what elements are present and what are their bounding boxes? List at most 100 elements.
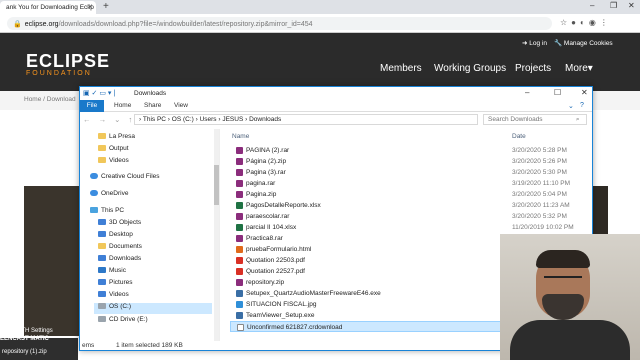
file-row[interactable]: paraescolar.rar 3/20/2020 5:32 PM <box>230 211 585 222</box>
crumb-downloads[interactable]: Downloads <box>249 116 281 123</box>
quick-access-toolbar-icons[interactable]: ▣ ✓ ▭ ▾ | <box>83 89 115 97</box>
nav-item-cd-drive[interactable]: CD Drive (E:) <box>98 316 148 327</box>
minimize-icon[interactable]: – <box>590 1 594 10</box>
file-date: 3/20/2020 5:26 PM <box>512 158 567 165</box>
explorer-title: Downloads <box>134 90 167 97</box>
folder-icon <box>98 133 106 139</box>
nav-item-label: 3D Objects <box>109 219 142 226</box>
explorer-close-icon[interactable]: ✕ <box>581 88 588 97</box>
nav-item-label: Pictures <box>109 279 133 286</box>
nav-members[interactable]: Members <box>380 63 422 74</box>
documents-icon <box>98 243 106 249</box>
file-name: Quotation 22527.pdf <box>246 268 305 275</box>
nav-item-creative-cloud[interactable]: Creative Cloud Files <box>90 173 160 184</box>
expand-ribbon-icon[interactable]: ⌄ <box>568 102 574 110</box>
search-box[interactable]: ⌕ <box>483 114 587 125</box>
image-file-icon <box>236 301 243 308</box>
url-path: /downloads/download.php?file=/windowbuil… <box>58 21 313 28</box>
nav-item-desktop[interactable]: Desktop <box>98 231 133 242</box>
pc-icon <box>90 207 98 213</box>
tab-home[interactable]: Home <box>114 102 131 109</box>
nav-buttons[interactable]: ← → ⌄ ↑ <box>83 115 135 124</box>
crumb-jesus[interactable]: JESUS <box>222 116 243 123</box>
nav-item-label: CD Drive (E:) <box>109 316 148 323</box>
download-item[interactable]: repository (1).zip <box>2 349 47 355</box>
rar-file-icon <box>236 235 243 242</box>
explorer-maximize-icon[interactable]: ☐ <box>554 88 561 97</box>
search-input[interactable] <box>488 116 574 123</box>
zip-file-icon <box>236 279 243 286</box>
eclipse-logo[interactable]: ECLIPSE FOUNDATION <box>26 52 110 77</box>
nav-item-videos[interactable]: Videos <box>98 157 129 168</box>
nav-item-music[interactable]: Music <box>98 267 126 278</box>
nav-projects[interactable]: Projects <box>515 63 551 74</box>
site-header: ➜ Log in 🔧 Manage Cookies ECLIPSE FOUNDA… <box>0 33 640 91</box>
nav-item-3d-objects[interactable]: 3D Objects <box>98 219 141 230</box>
file-name: parcial II 104.xlsx <box>246 224 297 231</box>
help-icon[interactable]: ? <box>580 102 584 109</box>
explorer-minimize-icon[interactable]: – <box>525 88 529 97</box>
tab-file[interactable]: File <box>80 100 104 112</box>
site-breadcrumb: Home / Download <box>24 96 76 103</box>
status-item-count: ems <box>82 342 95 349</box>
url-field[interactable]: 🔒 eclipse.org/downloads/download.php?file… <box>7 17 552 30</box>
nav-item-pictures[interactable]: Pictures <box>98 279 132 290</box>
nav-scrollbar[interactable] <box>214 129 219 341</box>
rar-file-icon <box>236 169 243 176</box>
nav-item-this-pc[interactable]: This PC <box>90 207 124 218</box>
folder-icon <box>98 157 106 163</box>
nav-more-label: More <box>565 63 588 74</box>
file-row[interactable]: PagosDetalleReporte.xlsx 3/20/2020 11:23 … <box>230 200 585 211</box>
column-header-name[interactable]: Name <box>232 133 249 140</box>
crdownload-file-icon <box>237 324 244 331</box>
nav-more[interactable]: More▾ <box>565 63 593 74</box>
crumb-this-pc[interactable]: This PC <box>143 116 166 123</box>
file-date: 11/20/2019 10:02 PM <box>512 224 574 231</box>
nav-item-label: Creative Cloud Files <box>101 173 160 180</box>
nav-item-downloads[interactable]: Downloads <box>98 255 141 266</box>
nav-item-la-presa[interactable]: La Presa <box>98 133 135 144</box>
file-row[interactable]: Página (2).zip 3/20/2020 5:26 PM <box>230 156 585 167</box>
browser-tab[interactable]: ank You for Downloading Eclip ✕ <box>0 1 96 14</box>
file-row[interactable]: PAGINA (2).rar 3/20/2020 5:28 PM <box>230 145 585 156</box>
column-header-date[interactable]: Date <box>512 133 526 140</box>
nav-item-os-c[interactable]: OS (C:) <box>94 303 212 314</box>
maximize-icon[interactable]: ❐ <box>610 1 617 10</box>
webcam-overlay <box>500 234 640 360</box>
nav-item-label: Music <box>109 267 126 274</box>
nav-item-videos-2[interactable]: Videos <box>98 291 129 302</box>
nav-item-onedrive[interactable]: OneDrive <box>90 190 128 201</box>
close-window-icon[interactable]: ✕ <box>628 1 635 10</box>
nav-item-label: OneDrive <box>101 190 129 197</box>
nav-item-label: Videos <box>109 157 129 164</box>
extension-icons[interactable]: ☆●◐◉⋮ <box>560 18 612 27</box>
nav-working-groups[interactable]: Working Groups <box>434 63 506 74</box>
new-tab-icon[interactable]: + <box>103 1 109 12</box>
nav-item-label: This PC <box>101 207 125 214</box>
watermark-settings: Settings <box>31 328 53 334</box>
pdf-file-icon <box>236 257 243 264</box>
crumb-users[interactable]: Users <box>200 116 217 123</box>
file-row[interactable]: Pagina (3).rar 3/20/2020 5:30 PM <box>230 167 585 178</box>
tab-share[interactable]: Share <box>144 102 161 109</box>
manage-cookies-link[interactable]: 🔧 Manage Cookies <box>554 39 613 47</box>
crumb-os-c[interactable]: OS (C:) <box>172 116 194 123</box>
exe-file-icon <box>236 290 243 297</box>
nav-item-documents[interactable]: Documents <box>98 243 142 254</box>
close-icon[interactable]: ✕ <box>87 3 93 11</box>
login-link[interactable]: ➜ Log in <box>522 39 547 47</box>
path-breadcrumb[interactable]: › This PC › OS (C:) › Users › JESUS › Do… <box>134 114 478 125</box>
nav-item-label: Output <box>109 145 129 152</box>
nav-scrollbar-thumb[interactable] <box>214 165 219 205</box>
file-name: pagina.rar <box>246 180 276 187</box>
videos-icon <box>98 291 106 297</box>
exe-file-icon <box>236 312 243 319</box>
file-date: 3/20/2020 5:04 PM <box>512 191 567 198</box>
nav-item-output[interactable]: Output <box>98 145 129 156</box>
tab-view[interactable]: View <box>174 102 188 109</box>
file-name: Setupex_QuartzAudioMasterFreewareE46.exe <box>246 290 381 297</box>
file-row[interactable]: Pagina.zip 3/20/2020 5:04 PM <box>230 189 585 200</box>
file-row[interactable]: pagina.rar 3/19/2020 11:10 PM <box>230 178 585 189</box>
file-name: pruebaFormulario.html <box>246 246 312 253</box>
file-row[interactable]: parcial II 104.xlsx 11/20/2019 10:02 PM <box>230 222 585 233</box>
